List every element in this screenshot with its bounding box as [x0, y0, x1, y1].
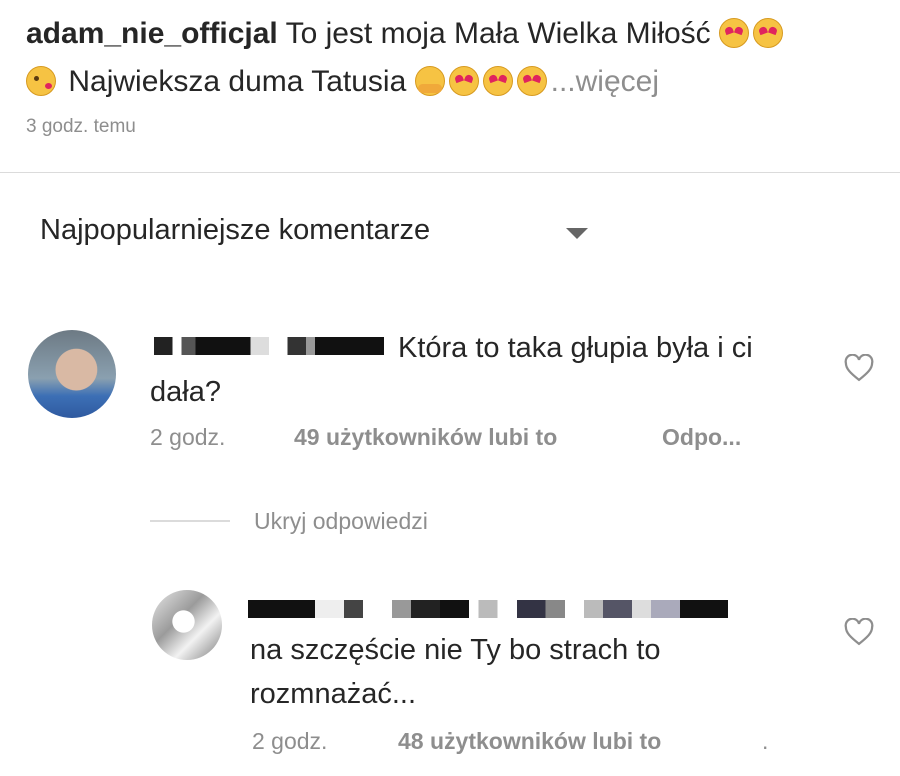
reply-button: Odpo...: [662, 424, 741, 451]
avatar[interactable]: [28, 330, 116, 418]
heart-outline-icon[interactable]: [844, 618, 874, 646]
redacted-username: [248, 600, 728, 618]
chevron-down-icon[interactable]: [566, 228, 588, 239]
reply-text: na szczęście nie Ty bo strach to rozmnaż…: [250, 634, 661, 710]
post-username[interactable]: adam_nie_officjal: [26, 17, 278, 50]
hugging-face-emoji-icon: [414, 66, 445, 96]
smiling-face-with-hearts-emoji-icon: [753, 18, 784, 48]
caption-text-1: To jest moja Mała Wielka Miłość: [285, 17, 711, 50]
comment-likes: 49 użytkowników lubi to: [294, 424, 557, 451]
replies-divider-line: [150, 520, 230, 522]
more-link[interactable]: ...więcej: [551, 65, 659, 98]
reply-trailing: .: [762, 728, 769, 754]
reply-likes: 48 użytkowników lubi to: [398, 728, 661, 755]
comment-sort-selector[interactable]: Najpopularniejsze komentarze: [40, 214, 430, 247]
reply-time: 2 godz.: [252, 728, 328, 754]
hide-replies-button[interactable]: Ukryj odpowiedzi: [254, 508, 428, 535]
comment-time: 2 godz.: [150, 424, 226, 450]
divider: [0, 172, 900, 173]
reply-label[interactable]: Odpo...: [662, 424, 741, 450]
avatar[interactable]: [152, 590, 222, 660]
face-blowing-kiss-emoji-icon: [26, 66, 56, 96]
likes-count[interactable]: 49 użytkowników lubi to: [294, 424, 557, 450]
heart-eyes-emoji-icon: [482, 66, 513, 96]
post-timestamp: 3 godz. temu: [26, 116, 136, 137]
heart-eyes-emoji-icon: [719, 18, 750, 48]
heart-outline-icon[interactable]: [844, 354, 874, 382]
comment-text: Która to taka głupia była i ci dała?: [150, 332, 753, 408]
heart-eyes-emoji-icon: [448, 66, 479, 96]
likes-count[interactable]: 48 użytkowników lubi to: [398, 728, 661, 754]
post-caption: adam_nie_officjal To jest moja Mała Wiel…: [26, 10, 876, 106]
heart-eyes-emoji-icon: [516, 66, 547, 96]
caption-text-2: Najwieksza duma Tatusia: [68, 65, 407, 98]
